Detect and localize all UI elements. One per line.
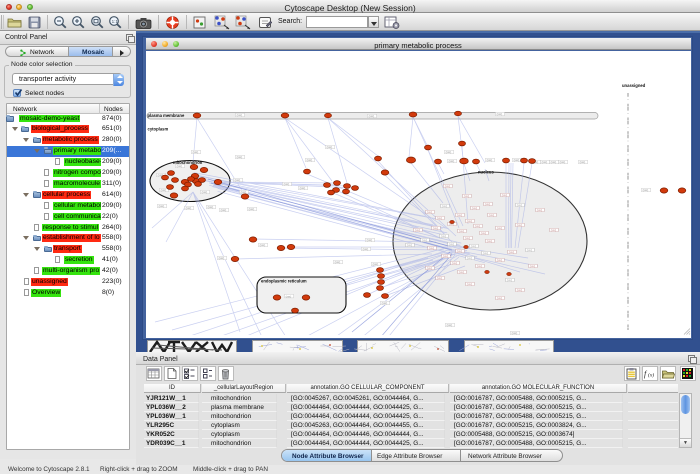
svg-text:(xxx): (xxx) — [467, 283, 473, 286]
svg-text:(xxx): (xxx) — [373, 262, 379, 266]
svg-text:(xxx): (xxx) — [237, 113, 243, 117]
svg-text:(xxx): (xxx) — [382, 301, 388, 305]
svg-text:(xxx): (xxx) — [643, 188, 649, 192]
svg-text:(xxx): (xxx) — [475, 225, 481, 228]
svg-text:(xxx): (xxx) — [485, 203, 491, 206]
svg-text:(xxx): (xxx) — [512, 331, 518, 335]
svg-text:(xxx): (xxx) — [422, 239, 428, 242]
svg-text:(xxx): (xxx) — [487, 158, 493, 162]
svg-text:(xxx): (xxx) — [507, 279, 513, 282]
svg-text:plasma membrane: plasma membrane — [148, 113, 185, 118]
svg-text:(xxx): (xxx) — [427, 267, 433, 270]
svg-text:(xxx): (xxx) — [286, 294, 292, 298]
svg-text:(xxx): (xxx) — [449, 243, 455, 246]
svg-text:(xxx): (xxx) — [221, 208, 227, 212]
svg-text:(xxx): (xxx) — [427, 211, 433, 214]
svg-text:(xxx): (xxx) — [560, 160, 566, 164]
svg-text:(xxx): (xxx) — [477, 265, 483, 268]
svg-text:cytoplasm: cytoplasm — [148, 127, 169, 132]
svg-text:(xxx): (xxx) — [446, 150, 452, 154]
svg-text:(xxx): (xxx) — [489, 214, 495, 217]
svg-text:(xxx): (xxx) — [429, 247, 435, 250]
svg-text:(xxx): (xxx) — [502, 194, 508, 197]
svg-text:(xxx): (xxx) — [530, 265, 536, 268]
svg-text:(xxx): (xxx) — [445, 185, 451, 188]
svg-text:(xxx): (xxx) — [467, 220, 473, 223]
svg-text:(xxx): (xxx) — [517, 224, 523, 227]
svg-text:1:1: 1:1 — [112, 18, 119, 23]
svg-text:(xxx): (xxx) — [517, 289, 523, 292]
svg-text:(xxx): (xxx) — [161, 188, 167, 192]
svg-text:(xxx): (xxx) — [300, 186, 306, 190]
svg-text:(xxx): (xxx) — [443, 255, 449, 258]
svg-text:(xxx): (xxx) — [241, 190, 247, 194]
svg-text:(xxx): (xxx) — [441, 235, 447, 238]
svg-text:(xxx): (xxx) — [471, 245, 477, 248]
svg-text:(xxx): (xxx) — [367, 238, 373, 242]
svg-text:(xxx): (xxx) — [442, 205, 448, 208]
svg-text:(xxx): (xxx) — [459, 230, 465, 233]
svg-text:(xxx): (xxx) — [437, 217, 443, 220]
svg-text:(xxx): (xxx) — [465, 237, 471, 240]
svg-text:(x): (x) — [648, 372, 654, 379]
svg-text:(xxx): (xxx) — [514, 158, 520, 162]
svg-text:(xxx): (xxx) — [159, 204, 165, 208]
svg-text:(xxx): (xxx) — [517, 204, 523, 207]
svg-text:(xxx): (xxx) — [497, 297, 503, 300]
svg-text:(xxx): (xxx) — [459, 271, 465, 274]
svg-text:(xxx): (xxx) — [497, 227, 503, 230]
svg-text:(xxx): (xxx) — [509, 251, 515, 254]
svg-text:(xxx): (xxx) — [335, 260, 341, 264]
svg-text:(xxx): (xxx) — [447, 323, 453, 327]
svg-text:(xxx): (xxx) — [464, 195, 470, 198]
svg-text:(xxx): (xxx) — [481, 232, 487, 235]
svg-text:(xxx): (xxx) — [235, 178, 241, 182]
svg-text:(xxx): (xxx) — [551, 229, 557, 232]
svg-text:(xxx): (xxx) — [208, 205, 214, 209]
svg-text:(xxx): (xxx) — [472, 207, 478, 210]
svg-text:(xxx): (xxx) — [497, 112, 503, 116]
svg-text:(xxx): (xxx) — [249, 207, 255, 211]
svg-text:(xxx): (xxx) — [497, 259, 503, 262]
svg-text:(xxx): (xxx) — [202, 190, 208, 194]
svg-text:(xxx): (xxx) — [284, 182, 290, 186]
svg-text:(xxx): (xxx) — [407, 244, 413, 247]
svg-text:(xxx): (xxx) — [363, 247, 369, 251]
svg-text:(xxx): (xxx) — [193, 150, 199, 154]
svg-text:(xxx): (xxx) — [307, 158, 313, 162]
svg-text:(xxx): (xxx) — [542, 160, 548, 164]
svg-text:(xxx): (xxx) — [457, 250, 463, 253]
svg-text:(xxx): (xxx) — [369, 114, 375, 118]
svg-text:(xxx): (xxx) — [449, 159, 455, 163]
svg-text:(xxx): (xxx) — [467, 257, 473, 260]
svg-text:(xxx): (xxx) — [437, 277, 443, 280]
svg-text:mitochondrion: mitochondrion — [173, 160, 203, 165]
svg-text:unassigned: unassigned — [622, 83, 646, 88]
svg-text:(xxx): (xxx) — [483, 252, 489, 255]
svg-text:nucleus: nucleus — [478, 170, 494, 175]
svg-text:(xxx): (xxx) — [327, 145, 333, 149]
svg-text:(xxx): (xxx) — [537, 209, 543, 212]
svg-text:(xxx): (xxx) — [260, 243, 266, 247]
svg-text:(xxx): (xxx) — [487, 240, 493, 243]
svg-text:endoplasmic reticulum: endoplasmic reticulum — [261, 279, 307, 284]
svg-text:(xxx): (xxx) — [219, 256, 225, 260]
svg-text:(xxx): (xxx) — [415, 229, 421, 232]
svg-text:(xxx): (xxx) — [433, 227, 439, 230]
svg-text:(xxx): (xxx) — [186, 206, 192, 210]
svg-text:(xxx): (xxx) — [580, 160, 586, 164]
svg-text:(xxx): (xxx) — [452, 262, 458, 265]
svg-text:(xxx): (xxx) — [237, 155, 243, 159]
svg-text:(xxx): (xxx) — [457, 214, 463, 217]
svg-text:(xxx): (xxx) — [551, 160, 557, 164]
svg-text:(xxx): (xxx) — [527, 249, 533, 252]
